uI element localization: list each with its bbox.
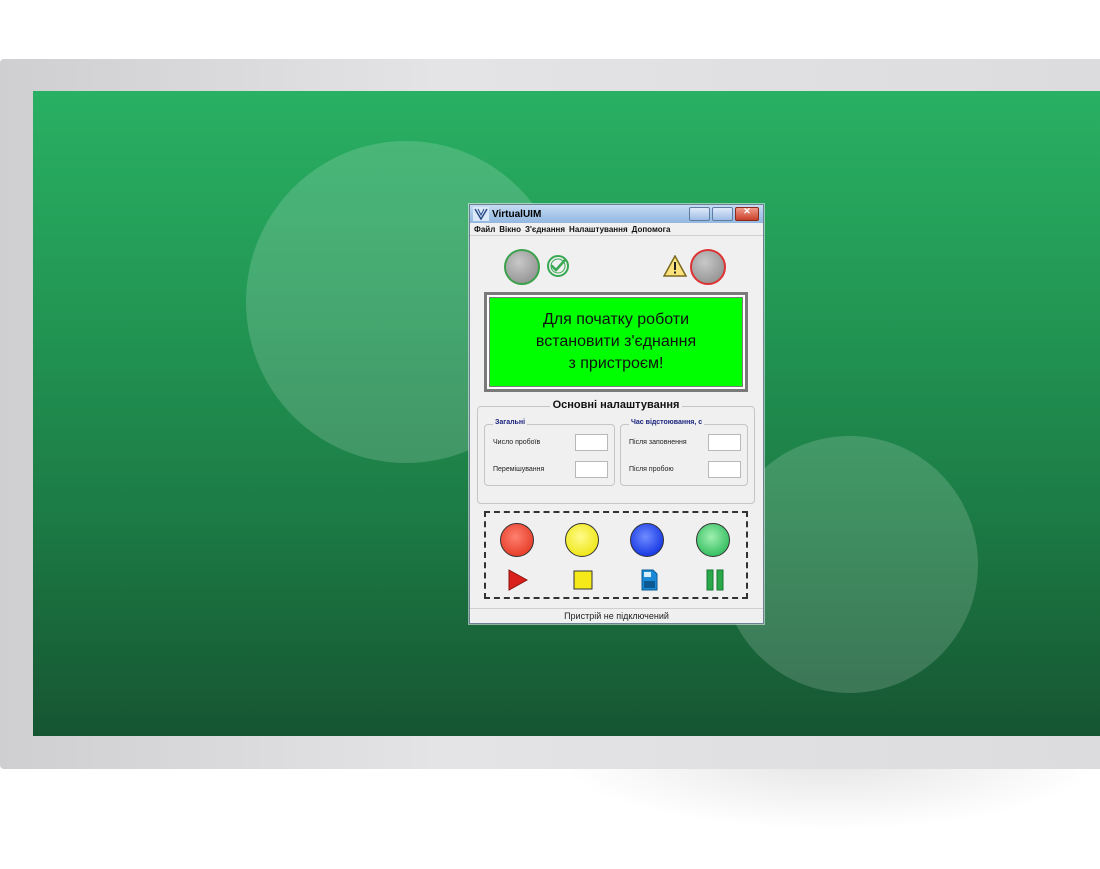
menu-connection[interactable]: З'єднання <box>525 225 565 234</box>
settling-group-title: Час відстоювання, с <box>629 419 705 426</box>
menu-bar: Файл Вікно З'єднання Налаштування Допомо… <box>470 223 763 236</box>
settling-time-group: Час відстоювання, с Після заповнення Піс… <box>620 419 748 486</box>
settings-title: Основні налаштування <box>478 399 754 411</box>
general-group-title: Загальні <box>493 419 528 426</box>
app-logo-icon <box>473 207 489 221</box>
after-trial-row: Після пробою <box>621 461 747 479</box>
pause-icon[interactable] <box>704 569 726 591</box>
warning-icon <box>663 255 687 277</box>
play-icon[interactable] <box>506 569 528 591</box>
window-controls: ✕ <box>689 206 759 221</box>
after-fill-input[interactable] <box>708 434 741 451</box>
after-trial-label: Після пробою <box>629 466 674 473</box>
after-trial-input[interactable] <box>708 461 741 478</box>
trials-row: Число пробоїв <box>485 434 614 452</box>
trials-input[interactable] <box>575 434 608 451</box>
connection-lamp <box>504 249 540 285</box>
status-indicators <box>470 236 763 286</box>
minimize-button[interactable] <box>689 207 710 221</box>
menu-settings[interactable]: Налаштування <box>569 225 628 234</box>
mixing-label: Перемішування <box>493 466 545 473</box>
stop-icon[interactable] <box>572 569 594 591</box>
menu-help[interactable]: Допомога <box>632 225 671 234</box>
close-icon: ✕ <box>743 206 751 216</box>
check-circle-icon <box>547 255 569 277</box>
yellow-lamp <box>565 523 599 557</box>
message-display: Для початку роботи встановити з'єднання … <box>484 292 748 392</box>
settings-title-text: Основні налаштування <box>549 399 683 411</box>
after-fill-label: Після заповнення <box>629 439 687 446</box>
maximize-button[interactable] <box>712 207 733 221</box>
status-bar: Пристрій не підключений <box>470 608 763 623</box>
green-lamp <box>696 523 730 557</box>
display-message: Для початку роботи встановити з'єднання … <box>489 297 743 387</box>
mixing-input[interactable] <box>575 461 608 478</box>
general-group: Загальні Число пробоїв Перемішування <box>484 419 615 486</box>
menu-file[interactable]: Файл <box>474 225 495 234</box>
control-panel <box>484 511 748 599</box>
title-bar[interactable]: VirtualUIM ✕ <box>470 205 763 223</box>
blue-lamp <box>630 523 664 557</box>
main-settings-group: Основні налаштування Загальні Число проб… <box>477 399 755 504</box>
red-lamp <box>500 523 534 557</box>
save-icon[interactable] <box>638 569 660 591</box>
mixing-row: Перемішування <box>485 461 614 479</box>
error-lamp <box>690 249 726 285</box>
menu-window[interactable]: Вікно <box>499 225 521 234</box>
window-title: VirtualUIM <box>492 208 542 220</box>
trials-label: Число пробоїв <box>493 439 541 446</box>
close-button[interactable]: ✕ <box>735 206 759 221</box>
app-window: VirtualUIM ✕ Файл Вікно З'єднання Налашт… <box>469 204 764 624</box>
after-fill-row: Після заповнення <box>621 434 747 452</box>
